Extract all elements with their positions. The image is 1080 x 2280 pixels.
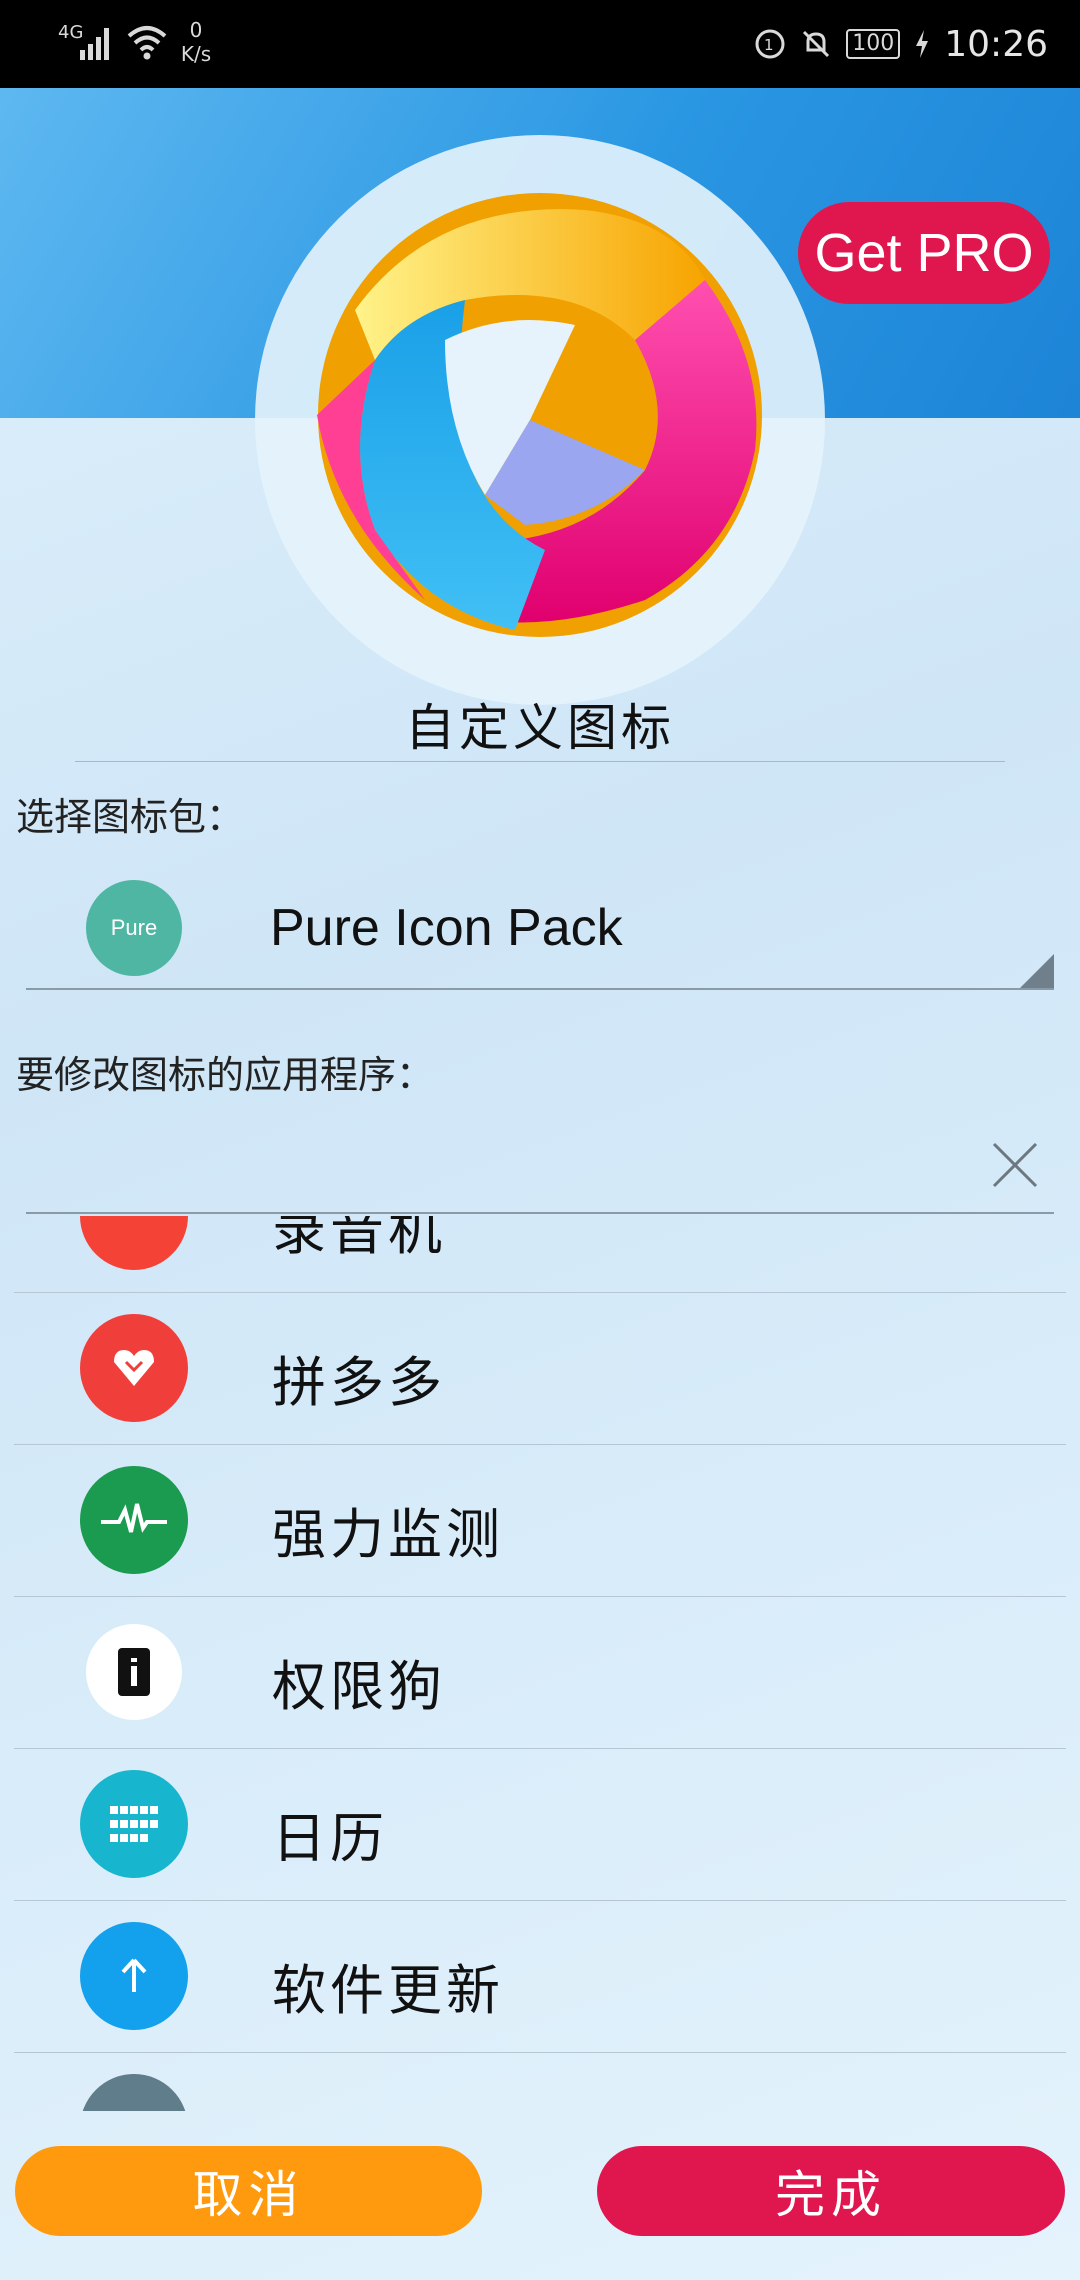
list-item[interactable]: 强力监测 <box>14 1444 1066 1597</box>
pinduoduo-icon <box>80 1314 188 1422</box>
battery-level: 100 <box>846 29 901 59</box>
app-label: 拼多多 <box>272 1351 446 1414</box>
charging-icon <box>916 30 929 58</box>
signal-icon <box>80 24 114 60</box>
svg-text:1: 1 <box>764 36 774 54</box>
wifi-icon <box>127 26 167 60</box>
list-item[interactable]: 权限狗 <box>14 1596 1066 1749</box>
app-label: 权限狗 <box>272 1655 446 1718</box>
app-label: 录音机 <box>272 1216 446 1262</box>
search-underline <box>26 1212 1054 1214</box>
list-item[interactable] <box>14 2052 1066 2111</box>
get-pro-button[interactable]: Get PRO <box>798 202 1050 304</box>
dialog-title: 自定义图标 <box>405 699 675 757</box>
cancel-button[interactable]: 取消 <box>15 2146 482 2236</box>
app-icon <box>80 2074 188 2111</box>
mute-bell-icon <box>803 30 830 58</box>
app-label: 强力监测 <box>272 1503 504 1566</box>
list-item[interactable]: 日历 <box>14 1748 1066 1901</box>
app-logo-icon <box>317 193 762 637</box>
app-label: 软件更新 <box>272 1959 504 2022</box>
icon-pack-dropdown[interactable]: Pure Pure Icon Pack <box>26 860 1054 990</box>
heartbeat-icon <box>80 1466 188 1574</box>
icon-pack-label: 选择图标包： <box>16 795 245 839</box>
app-search-input[interactable] <box>26 1110 1054 1214</box>
app-select-label: 要修改图标的应用程序： <box>16 1053 435 1097</box>
list-item[interactable]: 软件更新 <box>14 1900 1066 2053</box>
done-button[interactable]: 完成 <box>597 2146 1065 2236</box>
dropdown-arrow-icon <box>1020 954 1054 988</box>
list-item[interactable]: 录音机 <box>14 1216 1066 1293</box>
icon-pack-selected: Pure Icon Pack <box>270 899 623 957</box>
network-speed: 0 K/s <box>180 18 212 66</box>
dropdown-underline <box>26 988 1054 990</box>
pure-pack-icon: Pure <box>86 880 182 976</box>
close-icon[interactable] <box>990 1140 1040 1190</box>
data-saver-icon: 1 <box>755 29 785 59</box>
app-label: 日历 <box>272 1807 388 1870</box>
title-divider <box>75 761 1005 762</box>
arrow-up-icon <box>80 1922 188 2030</box>
list-item[interactable]: 拼多多 <box>14 1292 1066 1445</box>
status-bar: 4G 0 K/s 1 100 10:26 <box>0 0 1080 88</box>
phone-info-icon <box>86 1624 182 1720</box>
app-list[interactable]: 录音机 拼多多 强力监测 权限狗 日历 软件更新 <box>14 1216 1066 2111</box>
calendar-grid-icon <box>80 1770 188 1878</box>
clock: 10:26 <box>944 23 1048 65</box>
mic-icon <box>80 1216 188 1270</box>
